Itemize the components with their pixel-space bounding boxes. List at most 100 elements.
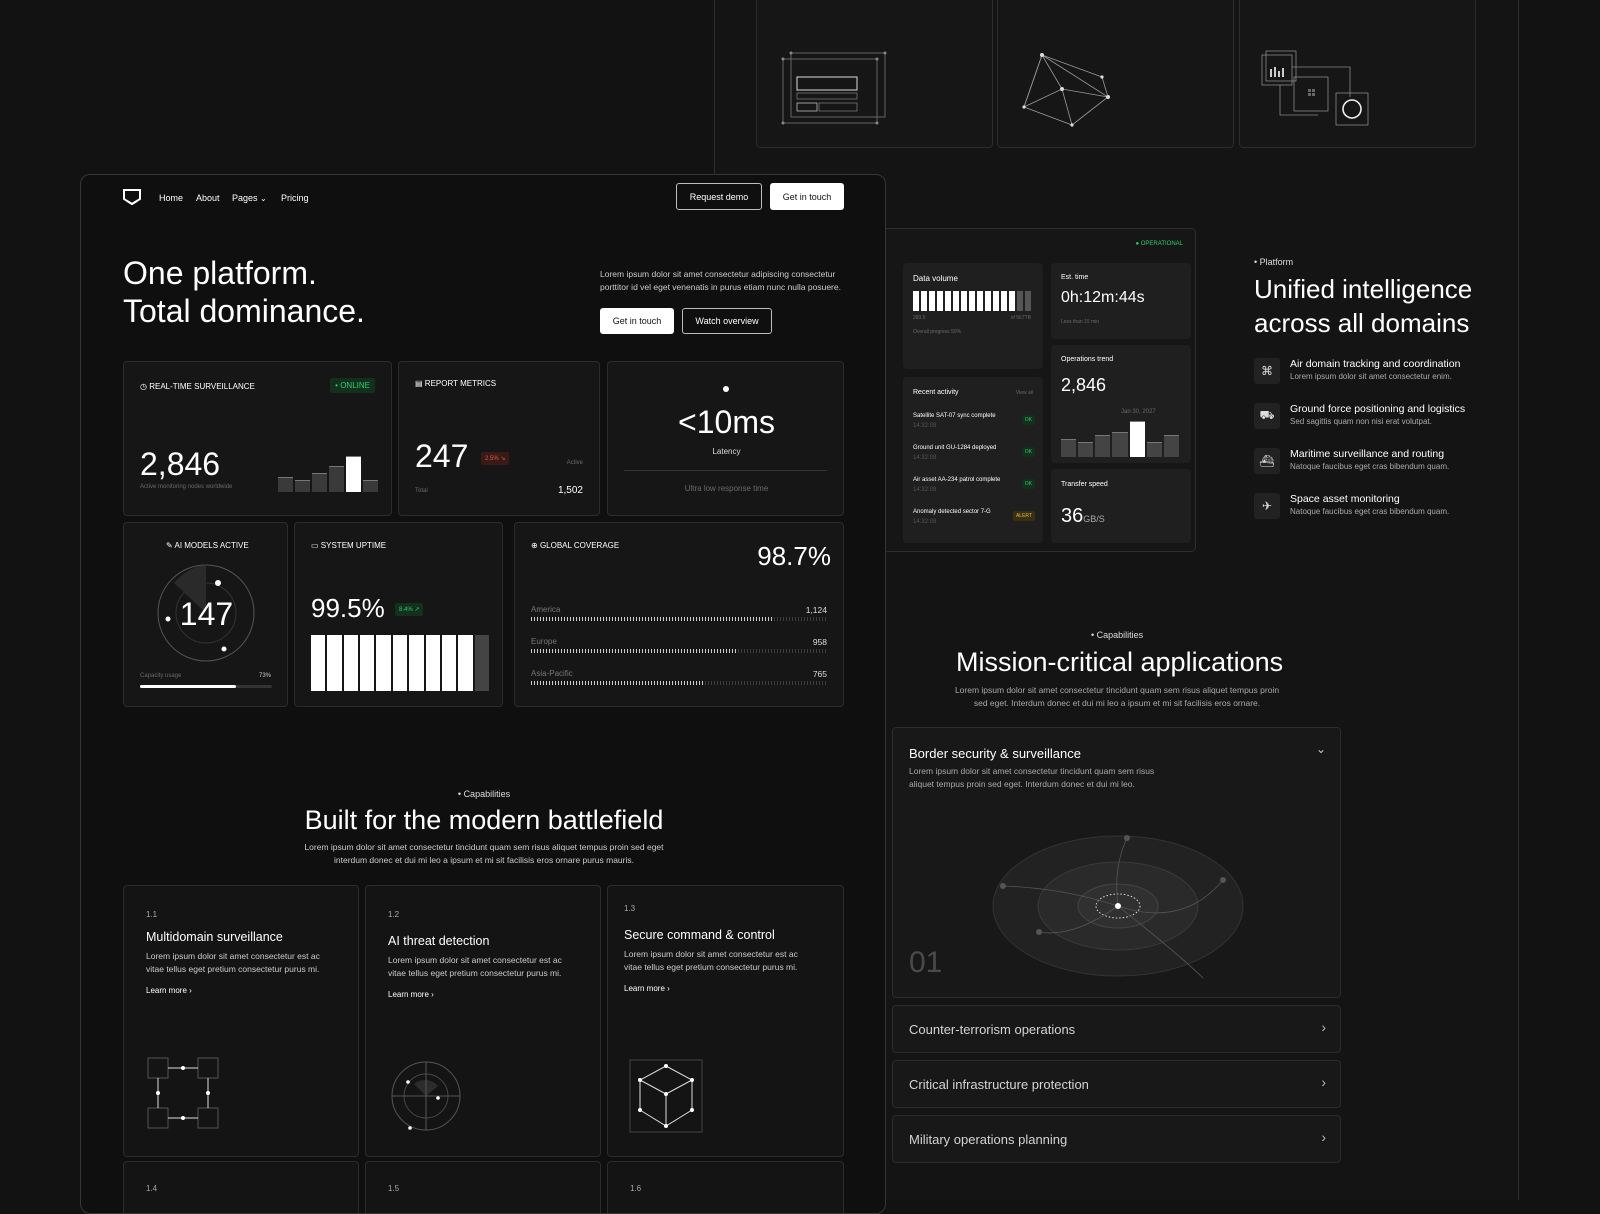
capability-number: 1.5 [388, 1184, 400, 1193]
accordion-open-title: Border security & surveillance [909, 746, 1081, 761]
capability-card-2: 1.2 AI threat detection Lorem ipsum dolo… [365, 885, 601, 1157]
data-volume-left: 283.5 [913, 315, 926, 321]
activity-row: Anomaly detected sector 7-G 14:32:08 ALERT [913, 509, 1035, 541]
latency-value: <10ms [678, 404, 775, 440]
capability-card-3: 1.3 Secure command & control Lorem ipsum… [607, 885, 844, 1157]
uptime-segment [360, 635, 375, 691]
operational-status: ● OPERATIONAL [1135, 241, 1183, 247]
mission-title: Mission-critical applications [956, 647, 1284, 677]
monitor-icon: ▭ [311, 541, 319, 550]
nav-pricing[interactable]: Pricing [281, 193, 309, 203]
surveillance-caption: Active monitoring nodes worldwide [140, 484, 233, 490]
report-metrics-label: ▤ REPORT METRICS [415, 379, 497, 388]
cube-icon [629, 1059, 703, 1133]
recent-activity-label: Recent activity [913, 389, 959, 396]
report-value: 247 [415, 438, 469, 474]
capabilities-tag: • Capabilities [457, 789, 511, 799]
surveillance-label: ◷ REAL-TIME SURVEILLANCE [140, 382, 255, 391]
data-volume-bar [945, 291, 951, 311]
learn-more-link[interactable]: Learn more › [624, 984, 670, 993]
latency-caption: Ultra low response time [684, 484, 769, 493]
capacity-value: 73% [258, 673, 271, 679]
activity-title: Ground unit GU-1284 deployed [913, 445, 997, 451]
feature-text: Lorem ipsum dolor sit amet consectetur e… [1290, 372, 1452, 381]
platform-title-line1: Unified intelligence [1254, 274, 1473, 304]
nav-home[interactable]: Home [159, 193, 183, 203]
capability-text: Lorem ipsum dolor sit amet consectetur e… [146, 951, 320, 974]
uptime-segment [458, 635, 473, 691]
feature-title: Air domain tracking and coordination [1290, 358, 1461, 370]
learn-more-link[interactable]: Learn more › [388, 990, 434, 999]
ai-models-value: 147 [179, 596, 234, 632]
activity-badge: OK [1021, 447, 1035, 457]
data-volume-bar [921, 291, 927, 311]
global-coverage-card: ⊕ GLOBAL COVERAGE 98.7% America 1,124 Euro… [514, 522, 844, 707]
hero-get-in-touch-button[interactable]: Get in touch [600, 308, 674, 334]
capability-number: 1.1 [146, 910, 158, 919]
radar-globe-illustration [992, 835, 1244, 979]
region-name: Asia-Pacific [531, 669, 573, 678]
capacity-label: Capacity usage [140, 673, 182, 679]
accordion-open-text: Lorem ipsum dolor sit amet consectetur t… [909, 766, 1155, 789]
document-icon: ▤ [415, 379, 423, 388]
accordion-item-counter-terrorism[interactable]: Counter-terrorism operations › [892, 1005, 1341, 1053]
hero-title-line2: Total dominance. [123, 293, 365, 329]
ops-trend-bar [1163, 435, 1179, 457]
uptime-segment [343, 635, 359, 691]
nav-get-in-touch-button[interactable]: Get in touch [770, 183, 844, 210]
accordion-open[interactable]: Border security & surveillance Lorem ips… [892, 727, 1341, 998]
activity-row: Ground unit GU-1284 deployed 14:32:08 OK [913, 445, 1035, 477]
layout-wireframe-icon [781, 51, 887, 125]
recent-activity-card: Recent activity View all Satellite SAT-0… [903, 377, 1043, 543]
est-time-label: Est. time [1061, 274, 1089, 281]
uptime-segment [392, 635, 408, 691]
report-change-badge: 2.5% ↘ [481, 452, 510, 465]
data-volume-bar [1025, 291, 1031, 311]
surveillance-value: 2,846 [140, 446, 221, 482]
activity-badge: OK [1021, 415, 1035, 425]
capability-text: Lorem ipsum dolor sit amet consectetur e… [624, 949, 798, 972]
region-bar-fill [531, 617, 774, 621]
ship-icon: ⛴ [1254, 448, 1280, 474]
chevron-down-icon[interactable]: ⌄ [1316, 742, 1326, 756]
logo-icon[interactable] [123, 189, 141, 207]
capability-number: 1.6 [630, 1184, 642, 1193]
region-value: 958 [812, 637, 827, 647]
illustration-card-layout [756, 0, 993, 148]
data-volume-label: Data volume [913, 274, 958, 283]
view-all-link[interactable]: View all [1016, 390, 1033, 396]
region-bar-track [531, 617, 827, 621]
report-total-label: Total [415, 488, 428, 494]
activity-time: 14:32:08 [913, 519, 937, 525]
chevron-right-icon: › [1321, 1129, 1326, 1145]
feature-title: Maritime surveillance and routing [1290, 448, 1445, 460]
accordion-item-infrastructure[interactable]: Critical infrastructure protection › [892, 1060, 1341, 1108]
ops-trend-bar [1146, 442, 1162, 457]
surveillance-bar [295, 480, 310, 492]
uptime-segment [376, 635, 391, 691]
uptime-segment [409, 635, 424, 691]
region-value: 765 [812, 669, 827, 679]
platform-feature-list: ⌘ Air domain tracking and coordination Lor… [1254, 358, 1504, 538]
report-active-label: Active [566, 460, 583, 466]
ops-trend-value: 2,846 [1061, 375, 1107, 395]
activity-title: Anomaly detected sector 7-G [913, 509, 991, 515]
capability-card-5: 1.5 [365, 1161, 601, 1213]
est-time-caption: Less than 15 min [1061, 319, 1100, 325]
recent-activity-list: Satellite SAT-07 sync complete 14:32:08 OK… [913, 413, 1035, 541]
learn-more-link[interactable]: Learn more › [146, 986, 192, 995]
platform-feature: ⛴ Maritime surveillance and routing Natoqu… [1254, 448, 1504, 493]
surveillance-bar [346, 456, 361, 492]
data-volume-bar [953, 291, 959, 311]
request-demo-button[interactable]: Request demo [676, 183, 762, 210]
accordion-item-military-planning[interactable]: Military operations planning › [892, 1115, 1341, 1163]
watch-overview-button[interactable]: Watch overview [682, 308, 772, 334]
hero-description: Lorem ipsum dolor sit amet consectetur a… [600, 269, 841, 292]
nav-about[interactable]: About [196, 193, 220, 203]
nav-pages[interactable]: Pages ⌄ [232, 193, 267, 203]
hero-title-line1: One platform. [123, 255, 317, 291]
chevron-right-icon: › [1321, 1019, 1326, 1035]
coverage-label: ⊕ GLOBAL COVERAGE [531, 541, 620, 550]
feature-text: Natoque faucibus eget cras bibendum quam… [1290, 462, 1450, 471]
ops-trend-card: Operations trend 2,846 Jan 30, 2027 [1051, 345, 1191, 463]
